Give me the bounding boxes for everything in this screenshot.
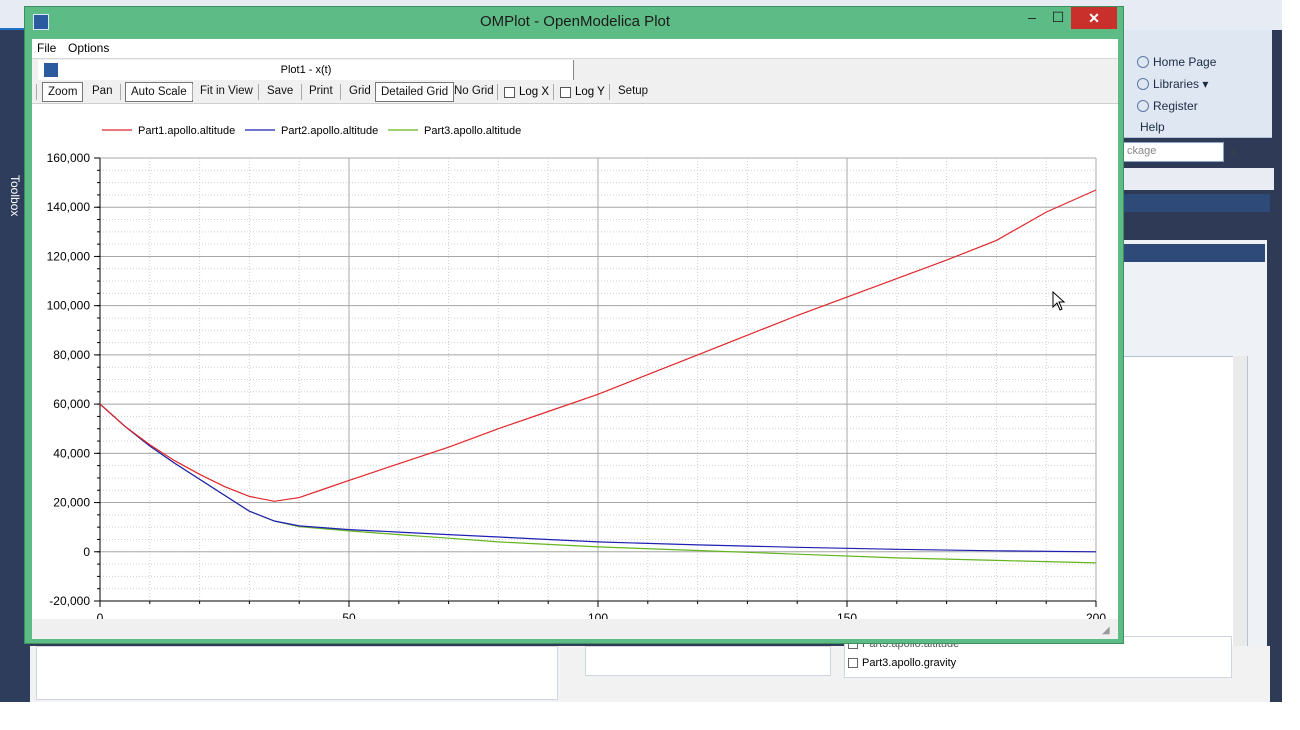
y-tick-label: 120,000	[47, 249, 91, 263]
home-page-link[interactable]: Home Page	[1137, 55, 1216, 69]
y-tick-label: 60,000	[53, 397, 90, 411]
legend-label: Part2.apollo.altitude	[281, 125, 378, 137]
window-title: OMPlot - OpenModelica Plot	[479, 13, 671, 30]
log-y-toggle[interactable]: Log Y	[557, 82, 608, 102]
search-icon[interactable]: ⌕	[1230, 143, 1238, 160]
close-button[interactable]: ✕	[1071, 7, 1117, 29]
y-tick-label: 80,000	[53, 348, 90, 362]
library-search-input[interactable]: ckage	[1122, 142, 1224, 162]
maximize-button[interactable]: ☐	[1045, 7, 1071, 29]
resize-grip-icon[interactable]: ◢	[1102, 625, 1114, 637]
plot-toolbar: Zoom Pan Auto Scale Fit in View Save Pri…	[32, 80, 1118, 104]
menu-file[interactable]: File	[37, 41, 56, 55]
no-grid-button[interactable]: No Grid	[449, 82, 499, 102]
print-button[interactable]: Print	[304, 82, 338, 102]
background-bottom-panel	[36, 646, 558, 700]
variables-scrollbar[interactable]	[1233, 356, 1247, 676]
zoom-button[interactable]: Zoom	[42, 82, 84, 102]
log-x-toggle[interactable]: Log X	[501, 82, 552, 102]
title-bar[interactable]: OMPlot - OpenModelica Plot – ☐ ✕	[25, 7, 1125, 39]
x-tick-label: 50	[342, 611, 356, 619]
y-tick-label: 20,000	[53, 496, 90, 510]
background-bottom-panel-2	[585, 646, 831, 676]
status-strip: ◢	[32, 619, 1118, 639]
y-tick-label: 0	[83, 545, 90, 559]
toolbar-separator	[497, 84, 498, 100]
setup-button[interactable]: Setup	[613, 82, 653, 102]
plot-area[interactable]: 0 50 100 150 200 -20,000 0 20,000 40,000 60,000 80…	[32, 105, 1118, 644]
variable-item-gravity[interactable]: Part3.apollo.gravity	[848, 657, 956, 669]
plot-client-area: File Options Plot1 - x(t) Zoom Pan Auto …	[32, 39, 1118, 644]
variables-list[interactable]	[1122, 356, 1248, 676]
y-tick-label: -20,000	[49, 594, 90, 608]
omplot-window: OMPlot - OpenModelica Plot – ☐ ✕ File Op…	[24, 6, 1124, 644]
fit-in-view-button[interactable]: Fit in View	[195, 82, 258, 102]
toolbar-separator	[553, 84, 554, 100]
pan-button[interactable]: Pan	[87, 82, 117, 102]
variable-checkbox[interactable]	[848, 658, 858, 668]
menu-options[interactable]: Options	[68, 41, 109, 55]
libraries-link[interactable]: Libraries ▾	[1137, 77, 1208, 91]
help-group-label: Help	[1140, 120, 1165, 134]
minimize-button[interactable]: –	[1019, 7, 1045, 29]
auto-scale-button[interactable]: Auto Scale	[125, 82, 193, 102]
x-tick-label: 100	[588, 611, 608, 619]
toolbar-separator	[120, 84, 121, 100]
legend-label: Part3.apollo.altitude	[424, 125, 521, 137]
grid-button[interactable]: Grid	[344, 82, 376, 102]
save-button[interactable]: Save	[262, 82, 298, 102]
menu-bar: File Options	[32, 39, 1118, 58]
y-tick-label: 160,000	[47, 151, 91, 165]
background-panel-header	[1122, 168, 1274, 190]
y-tick-label: 100,000	[47, 299, 91, 313]
tab-bar: Plot1 - x(t)	[32, 58, 1118, 81]
toolbox-tab[interactable]: Toolbox	[8, 175, 22, 216]
detailed-grid-button[interactable]: Detailed Grid	[375, 82, 455, 102]
toolbar-separator	[340, 84, 341, 100]
tab-label: Plot1 - x(t)	[280, 64, 332, 76]
libraries-icon	[1137, 78, 1149, 90]
toolbar-separator	[609, 84, 610, 100]
line-chart[interactable]: 0 50 100 150 200 -20,000 0 20,000 40,000 60,000 80…	[32, 105, 1118, 644]
log-y-checkbox[interactable]	[560, 86, 571, 98]
x-tick-label: 0	[97, 611, 104, 619]
background-panel-title	[1122, 244, 1265, 262]
log-x-checkbox[interactable]	[504, 86, 515, 98]
y-tick-label: 140,000	[47, 200, 91, 214]
toolbar-separator	[258, 84, 259, 100]
home-icon	[1137, 56, 1149, 68]
register-link[interactable]: Register	[1137, 99, 1198, 113]
x-tick-label: 200	[1086, 611, 1106, 619]
toolbar-separator	[301, 84, 302, 100]
register-icon	[1137, 100, 1149, 112]
toolbar-grip	[36, 84, 37, 100]
x-tick-label: 150	[837, 611, 857, 619]
legend-label: Part1.apollo.altitude	[138, 125, 235, 137]
toolbar-separator	[192, 84, 193, 100]
background-panel-tabs	[1122, 194, 1270, 212]
tab-plot1[interactable]: Plot1 - x(t)	[38, 60, 574, 81]
y-tick-label: 40,000	[53, 446, 90, 460]
mouse-cursor-icon	[1052, 291, 1066, 311]
